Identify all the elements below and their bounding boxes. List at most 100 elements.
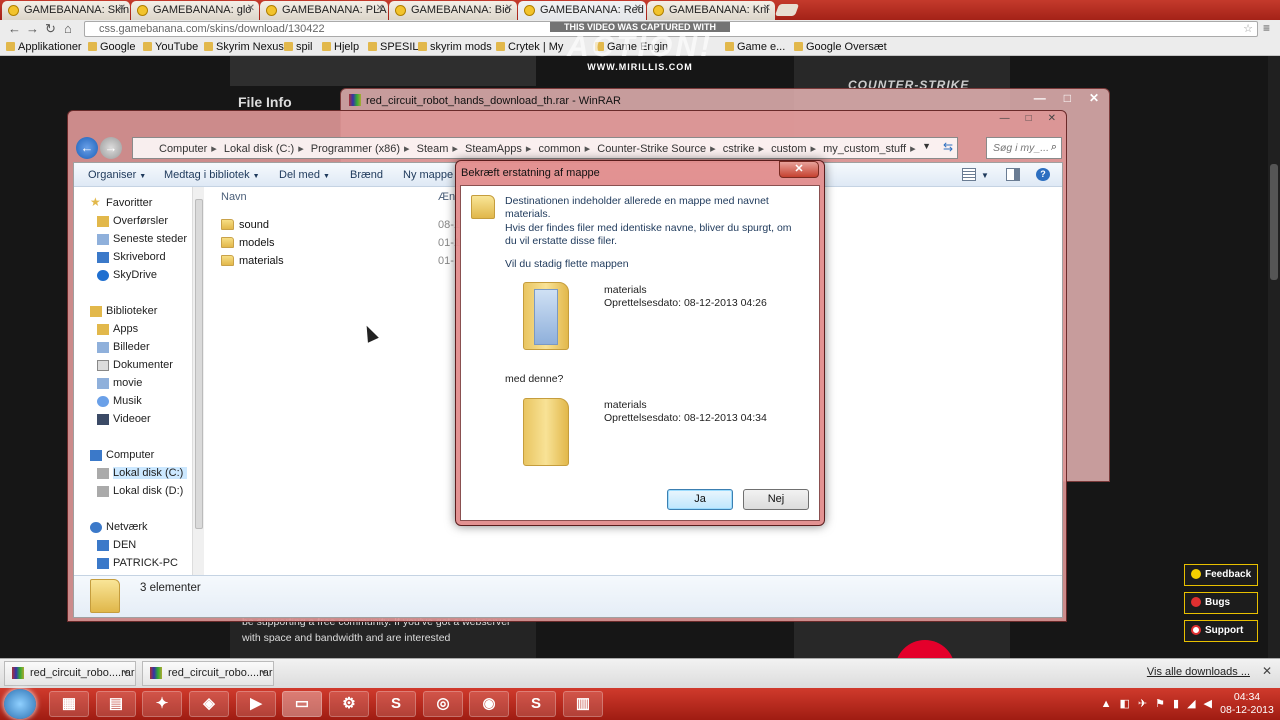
- nav-skydrive[interactable]: SkyDrive: [97, 269, 157, 281]
- taskbar-app-icon[interactable]: ◉: [469, 691, 509, 717]
- chevron-down-icon[interactable]: ▼: [260, 670, 267, 677]
- download-item[interactable]: red_circuit_robo....rar ▼: [142, 661, 274, 686]
- close-shelf-icon[interactable]: ✕: [1262, 664, 1272, 678]
- include-in-library-button[interactable]: Medtag i bibliotek ▼: [164, 169, 260, 181]
- scrollbar-thumb[interactable]: [195, 199, 203, 529]
- nav-downloads[interactable]: Overførsler: [97, 215, 168, 227]
- taskbar-explorer-icon[interactable]: ▭: [282, 691, 322, 717]
- close-tab-icon[interactable]: ✕: [118, 3, 126, 14]
- breadcrumb-item[interactable]: Programmer (x86): [311, 143, 400, 155]
- bookmark-item[interactable]: Skyrim Nexus: [204, 41, 284, 53]
- nav-desktop[interactable]: Skrivebord: [97, 251, 166, 263]
- view-options-icon[interactable]: [962, 168, 976, 181]
- breadcrumb-item[interactable]: SteamApps: [465, 143, 522, 155]
- explorer-address-bar[interactable]: Computer ▸ Lokal disk (C:) ▸ Programmer (x…: [132, 137, 958, 159]
- no-button[interactable]: Nej: [743, 489, 809, 510]
- nav-lib-documents[interactable]: Dokumenter: [97, 359, 173, 371]
- nav-pane-scrollbar[interactable]: [192, 187, 204, 575]
- show-all-downloads-link[interactable]: Vis alle downloads ...: [1147, 666, 1250, 678]
- bookmark-item[interactable]: skyrim mods: [418, 41, 492, 53]
- bugs-button[interactable]: Bugs: [1184, 592, 1258, 614]
- nav-local-disk-c[interactable]: Lokal disk (C:): [97, 467, 188, 479]
- system-tray[interactable]: ▲◧✈⚑▮◢◀: [1101, 697, 1220, 710]
- breadcrumb-item[interactable]: common: [538, 143, 580, 155]
- nav-network-patrick-pc[interactable]: PATRICK-PC: [97, 557, 178, 569]
- yes-button[interactable]: Ja: [667, 489, 733, 510]
- scrollbar-thumb[interactable]: [1270, 164, 1278, 280]
- taskbar-skype-icon[interactable]: S: [516, 691, 556, 717]
- taskbar-chrome-icon[interactable]: ◎: [423, 691, 463, 717]
- share-with-button[interactable]: Del med ▼: [279, 169, 330, 181]
- nav-lib-music[interactable]: Musik: [97, 395, 142, 407]
- forward-icon[interactable]: →: [26, 21, 39, 36]
- back-button[interactable]: ←: [76, 137, 98, 159]
- browser-tab[interactable]: GAMEBANANA: glo ✕: [131, 1, 259, 20]
- preview-pane-icon[interactable]: [1006, 168, 1020, 181]
- nav-network-den[interactable]: DEN: [97, 539, 136, 551]
- chevron-down-icon[interactable]: ▼: [981, 171, 989, 180]
- nav-network[interactable]: Netværk: [90, 521, 148, 533]
- file-row[interactable]: materials: [221, 255, 284, 267]
- bookmark-apps[interactable]: Applikationer: [6, 41, 82, 53]
- taskbar-app-icon[interactable]: ✦: [142, 691, 182, 717]
- bookmark-item[interactable]: Hjelp: [322, 41, 359, 53]
- close-tab-icon[interactable]: ✕: [376, 3, 384, 14]
- browser-tab[interactable]: GAMEBANANA: PLA ✕: [260, 1, 388, 20]
- organize-button[interactable]: Organiser ▼: [88, 169, 146, 181]
- nav-lib-movie[interactable]: movie: [97, 377, 142, 389]
- support-button[interactable]: Support: [1184, 620, 1258, 642]
- close-tab-icon[interactable]: ✕: [505, 3, 513, 14]
- taskbar-app-icon[interactable]: ▦: [49, 691, 89, 717]
- minimize-icon[interactable]: —: [1000, 113, 1010, 124]
- breadcrumb-item[interactable]: cstrike: [723, 143, 755, 155]
- history-dropdown-icon[interactable]: ▼: [922, 141, 931, 151]
- dialog-close-button[interactable]: ✕: [779, 161, 819, 178]
- burn-button[interactable]: Brænd: [350, 169, 383, 181]
- bookmark-item[interactable]: Google: [88, 41, 135, 53]
- breadcrumb-item[interactable]: Lokal disk (C:): [224, 143, 294, 155]
- close-tab-icon[interactable]: ✕: [634, 3, 642, 14]
- bookmark-item[interactable]: Game e...: [725, 41, 785, 53]
- feedback-button[interactable]: Feedback: [1184, 564, 1258, 586]
- bookmark-item[interactable]: SPESIL: [368, 41, 419, 53]
- close-tab-icon[interactable]: ✕: [247, 3, 255, 14]
- file-row[interactable]: models: [221, 237, 274, 249]
- bookmark-star-icon[interactable]: ☆: [1243, 22, 1253, 35]
- bookmark-item[interactable]: YouTube: [143, 41, 198, 53]
- breadcrumb-item[interactable]: Counter-Strike Source: [597, 143, 706, 155]
- taskbar-unity-icon[interactable]: ◈: [189, 691, 229, 717]
- page-scrollbar[interactable]: [1268, 56, 1280, 658]
- column-header-date[interactable]: Æn: [438, 191, 455, 203]
- breadcrumb-item[interactable]: my_custom_stuff: [823, 143, 906, 155]
- nav-recent-places[interactable]: Seneste steder: [97, 233, 187, 245]
- browser-tab[interactable]: GAMEBANANA: Bio ✕: [389, 1, 517, 20]
- breadcrumb-item[interactable]: Computer: [159, 143, 207, 155]
- start-button[interactable]: [4, 689, 36, 719]
- system-clock[interactable]: 04:34 08-12-2013: [1220, 691, 1274, 717]
- taskbar-media-icon[interactable]: ▶: [236, 691, 276, 717]
- download-item[interactable]: red_circuit_robo....rar ▼: [4, 661, 136, 686]
- chevron-down-icon[interactable]: ▼: [122, 670, 129, 677]
- bookmark-item[interactable]: Google Oversæt: [794, 41, 887, 53]
- taskbar-steam-icon[interactable]: ⚙: [329, 691, 369, 717]
- minimize-icon[interactable]: —: [1034, 91, 1046, 105]
- explorer-search-input[interactable]: Søg i my_... ⌕: [986, 137, 1062, 159]
- close-icon[interactable]: ✕: [1048, 113, 1056, 124]
- taskbar-winrar-icon[interactable]: ▥: [563, 691, 603, 717]
- reload-icon[interactable]: ↻: [45, 21, 56, 37]
- file-row[interactable]: sound: [221, 219, 269, 231]
- new-tab-button[interactable]: [774, 4, 800, 16]
- back-icon[interactable]: ←: [8, 21, 21, 36]
- nav-libraries[interactable]: Biblioteker: [90, 305, 157, 317]
- home-icon[interactable]: ⌂: [64, 21, 72, 36]
- search-icon[interactable]: ⌕: [1051, 141, 1057, 154]
- bookmark-item[interactable]: spil: [284, 41, 313, 53]
- forward-button[interactable]: →: [100, 137, 122, 159]
- new-folder-button[interactable]: Ny mappe: [403, 169, 453, 181]
- column-header-name[interactable]: Navn: [221, 191, 247, 203]
- breadcrumb-item[interactable]: custom: [771, 143, 806, 155]
- breadcrumb-item[interactable]: Steam: [417, 143, 449, 155]
- taskbar-skype-icon[interactable]: S: [376, 691, 416, 717]
- maximize-icon[interactable]: □: [1064, 91, 1071, 105]
- nav-lib-pictures[interactable]: Billeder: [97, 341, 150, 353]
